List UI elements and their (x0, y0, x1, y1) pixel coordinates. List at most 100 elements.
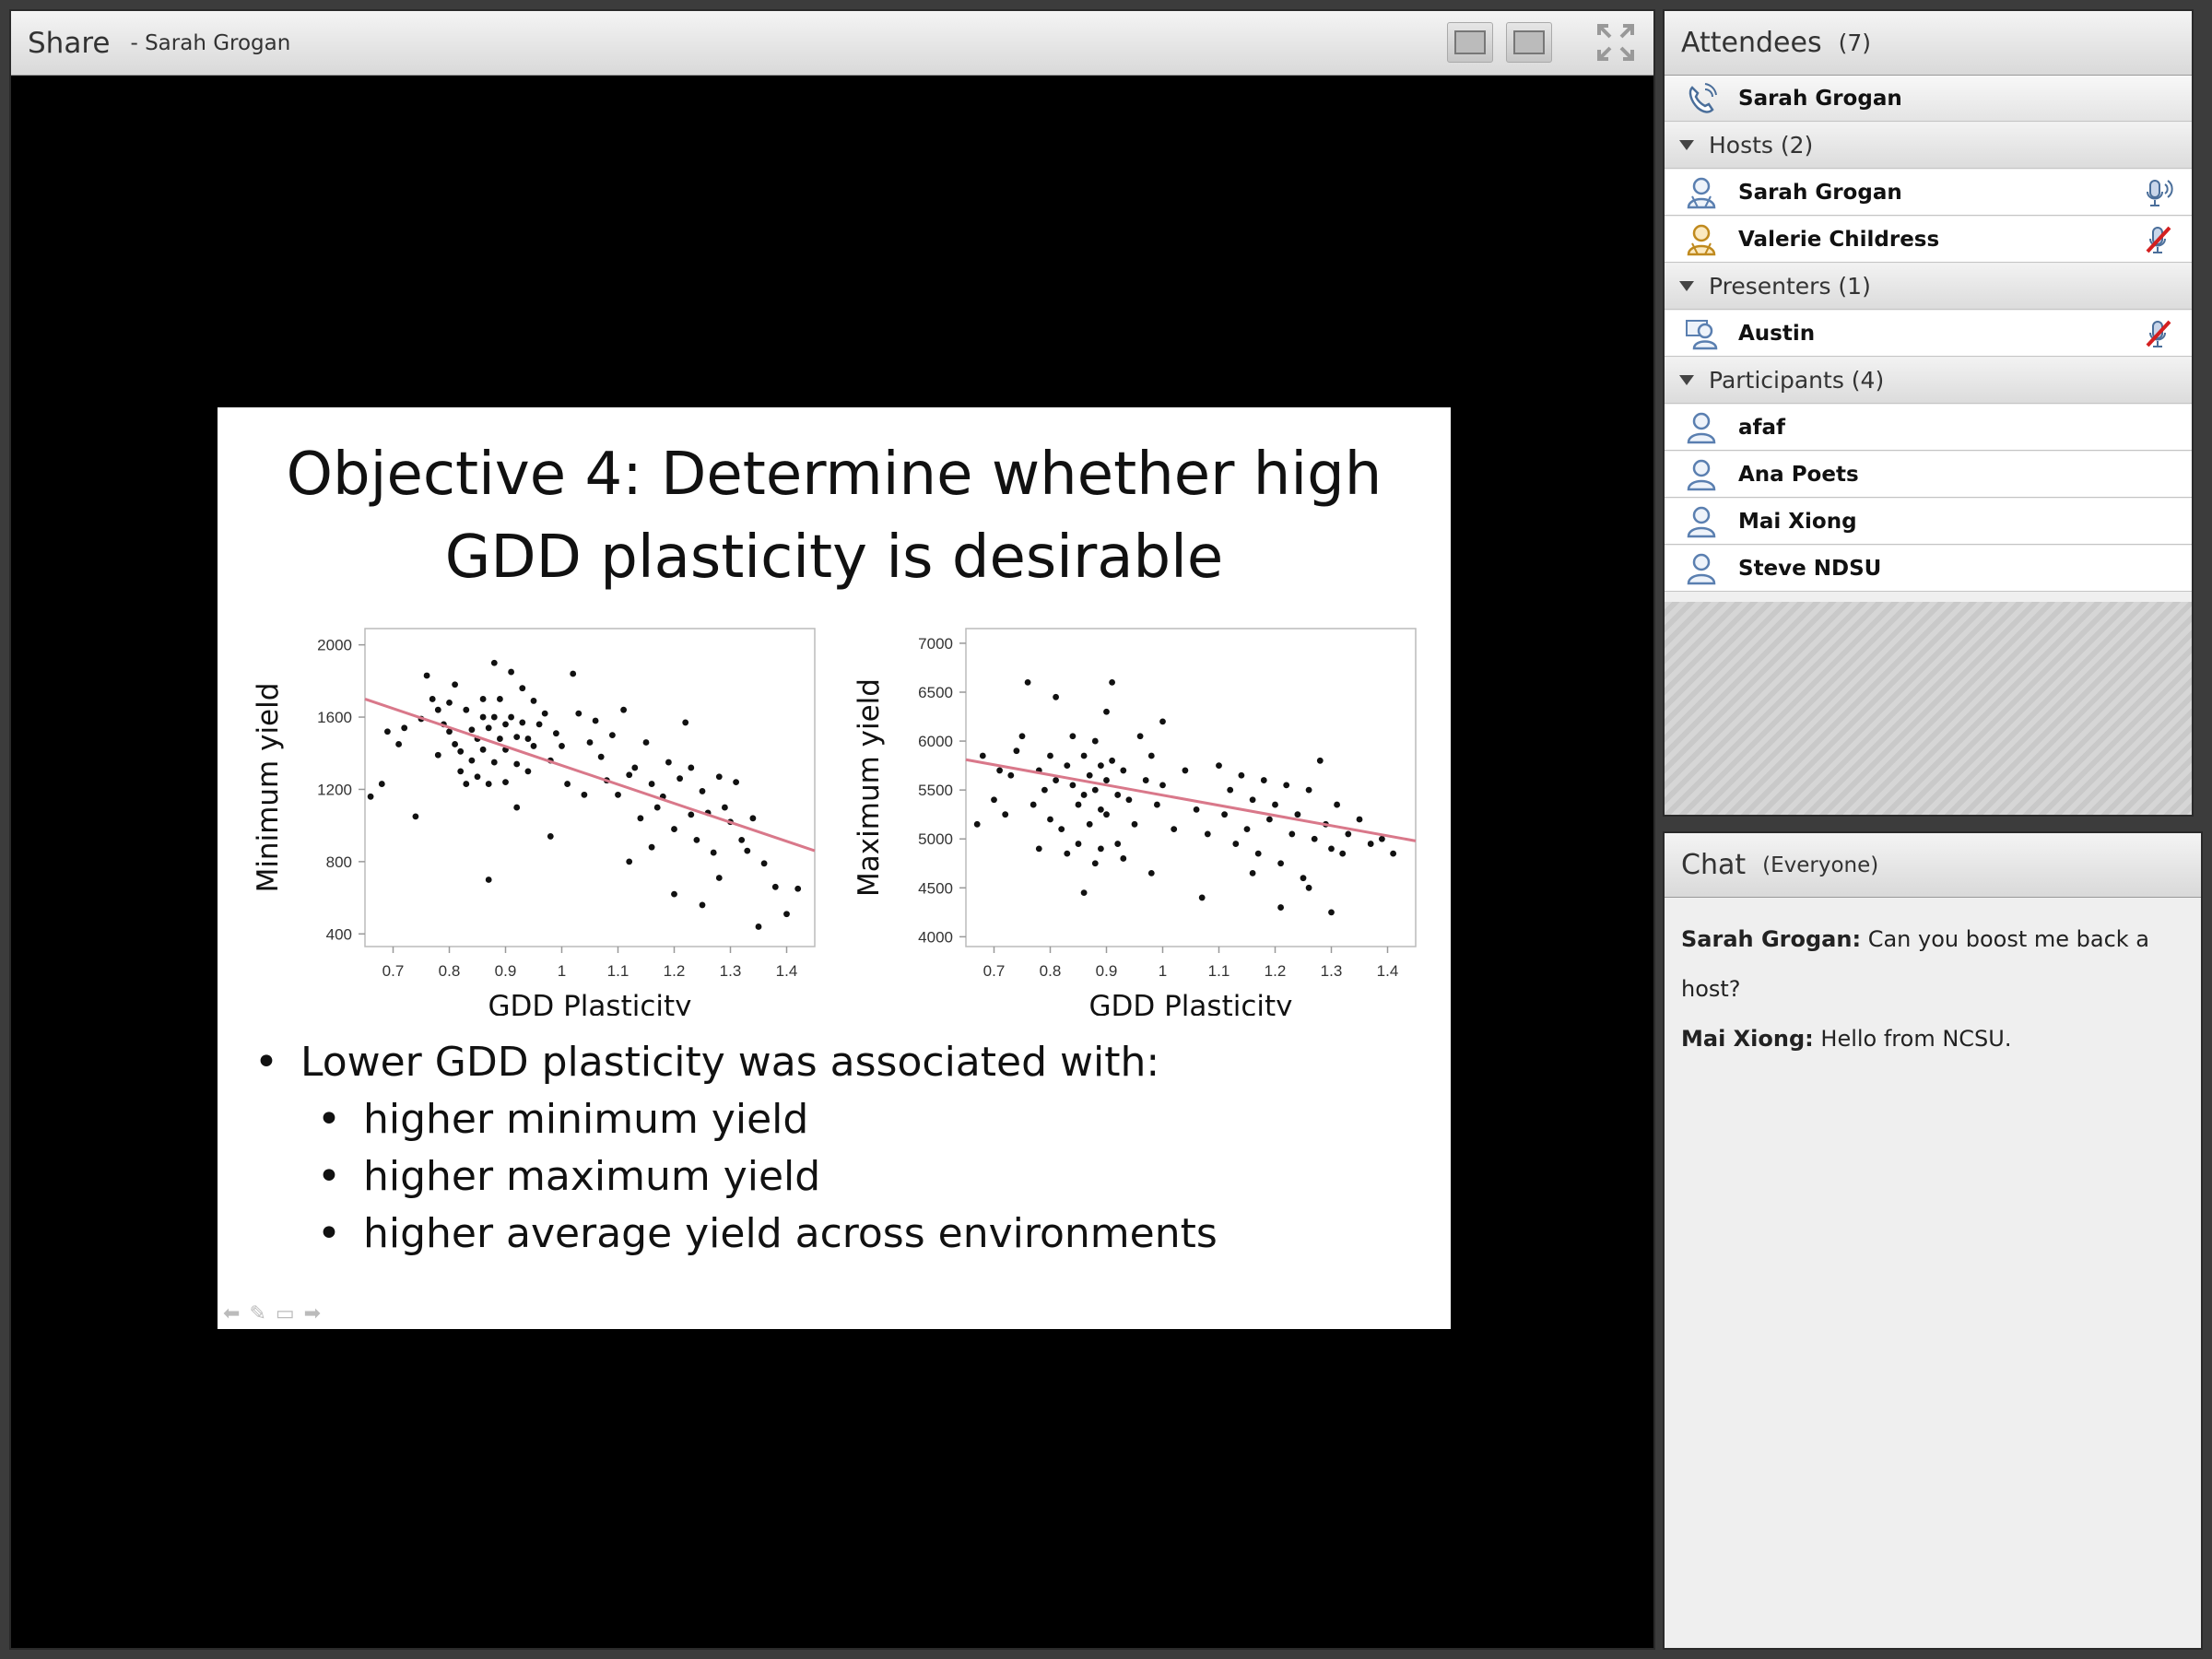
chat-message: Sarah Grogan: Can you boost me back a ho… (1681, 914, 2192, 1014)
data-point (744, 847, 751, 854)
data-point (401, 724, 408, 732)
data-point (1064, 850, 1071, 857)
data-point (1345, 830, 1352, 838)
slide-title-line2: GDD plasticity is desirable (444, 524, 1224, 592)
data-point (642, 739, 650, 746)
data-point (559, 743, 565, 749)
self-row[interactable]: Sarah Grogan (1665, 76, 2192, 122)
y-tick-label: 5500 (918, 782, 953, 799)
prev-slide-icon[interactable]: ⬅ (223, 1302, 240, 1325)
data-point (1109, 678, 1115, 686)
view-fit-button[interactable] (1506, 22, 1552, 63)
slide-controls: ⬅ ✎ ▭ ➡ (223, 1302, 321, 1325)
collapse-arrow-icon[interactable] (1679, 140, 1694, 150)
x-tick-label: 1 (558, 962, 566, 980)
y-tick-label: 4500 (918, 879, 953, 897)
data-point (1080, 752, 1088, 759)
collapse-arrow-icon[interactable] (1679, 281, 1694, 291)
presenters-group[interactable]: Presenters (1) (1665, 264, 2192, 310)
data-point (1300, 875, 1307, 882)
attendee-row[interactable]: Mai Xiong (1665, 499, 2192, 545)
data-point (452, 681, 458, 688)
chat-header: Chat (Everyone) (1665, 833, 2201, 898)
data-point (715, 773, 723, 781)
microphone-icon[interactable] (2142, 177, 2173, 208)
data-point (710, 849, 717, 856)
data-point (502, 721, 509, 728)
data-point (1114, 792, 1122, 798)
slide-list-icon[interactable]: ▭ (276, 1302, 295, 1325)
attendee-name: Valerie Childress (1738, 227, 1940, 252)
host-user-icon (1687, 224, 1716, 255)
x-tick-label: 1.3 (1321, 962, 1343, 980)
attendee-row[interactable]: Austin (1665, 311, 2192, 357)
data-point (446, 699, 453, 706)
y-tick-label: 6000 (918, 733, 953, 750)
data-point (490, 659, 498, 666)
self-name: Sarah Grogan (1738, 86, 1902, 111)
next-slide-icon[interactable]: ➡ (304, 1302, 321, 1325)
data-point (1379, 835, 1385, 842)
data-point (497, 696, 503, 702)
data-point (1103, 708, 1110, 715)
data-point (564, 781, 571, 787)
data-point (755, 924, 762, 930)
y-tick-label: 7000 (918, 635, 953, 653)
participants-group[interactable]: Participants (4) (1665, 358, 2192, 404)
attendee-row[interactable]: Valerie Childress (1665, 217, 2192, 263)
data-point (688, 764, 695, 771)
view-standard-button[interactable] (1447, 22, 1493, 63)
data-point (530, 698, 537, 704)
y-tick-label: 400 (326, 925, 352, 943)
data-point (1221, 811, 1228, 818)
attendee-row[interactable]: afaf (1665, 405, 2192, 451)
data-point (384, 728, 391, 735)
y-tick-label: 4000 (918, 928, 953, 946)
data-point (490, 713, 498, 721)
data-point (535, 721, 543, 728)
data-point (1053, 693, 1059, 700)
x-tick-label: 1.3 (720, 962, 742, 980)
data-point (1114, 841, 1122, 847)
data-point (1069, 782, 1077, 789)
bullet-sub-3: higher average yield across environments (254, 1206, 1218, 1263)
data-point (1058, 826, 1065, 833)
data-point (479, 713, 487, 721)
chat-messages: Sarah Grogan: Can you boost me back a ho… (1681, 914, 2192, 1064)
attendee-name: Austin (1738, 321, 1816, 346)
data-point (1339, 850, 1347, 857)
collapse-arrow-icon[interactable] (1679, 375, 1694, 385)
hosts-group[interactable]: Hosts (2) (1665, 123, 2192, 169)
microphone-muted-icon[interactable] (2142, 224, 2173, 255)
user-icon (1687, 506, 1716, 537)
x-axis-label: GDD Plasticity (488, 990, 692, 1016)
min-yield-chart: 0.7 0.8 0.9 1 1.1 1.2 1.3 1.4 400 800 1200 1600 2000… (252, 628, 816, 1016)
pen-icon[interactable]: ✎ (249, 1302, 265, 1325)
data-point (693, 836, 700, 843)
data-point (457, 747, 465, 755)
data-point (485, 781, 492, 787)
x-tick-label: 1.4 (1377, 962, 1399, 980)
data-point (991, 796, 997, 804)
fullscreen-button[interactable] (1594, 22, 1637, 63)
data-point (1238, 771, 1245, 779)
share-presenter: - Sarah Grogan (130, 30, 291, 55)
attendee-row[interactable]: Steve NDSU (1665, 546, 2192, 592)
data-point (581, 791, 588, 798)
y-tick-label: 800 (326, 853, 352, 871)
screen-icon (1454, 30, 1486, 54)
microphone-muted-icon[interactable] (2142, 318, 2173, 349)
chat-audience[interactable]: (Everyone) (1762, 853, 1878, 877)
attendees-count: (7) (1838, 29, 1871, 56)
slide-title: Objective 4: Determine whether high GDD … (218, 433, 1451, 599)
data-point (1030, 801, 1037, 808)
data-point (502, 779, 509, 786)
data-point (575, 710, 582, 717)
bullet-sub-1: higher minimum yield (254, 1091, 1218, 1148)
data-point (1035, 845, 1042, 853)
data-point (1120, 767, 1127, 774)
attendee-row[interactable]: Sarah Grogan (1665, 170, 2192, 216)
data-point (519, 719, 526, 726)
attendee-row[interactable]: Ana Poets (1665, 452, 2192, 498)
data-point (1243, 826, 1251, 833)
